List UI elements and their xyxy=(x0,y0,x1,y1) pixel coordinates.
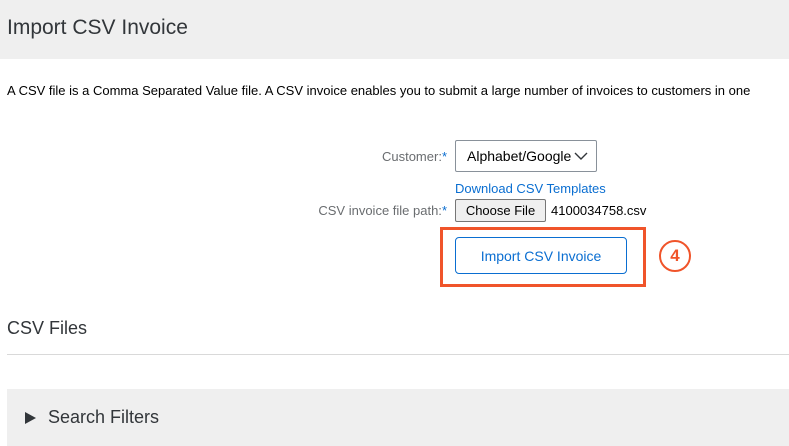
file-path-label-text: CSV invoice file path: xyxy=(318,203,442,218)
selected-file-name: 4100034758.csv xyxy=(551,203,647,218)
required-marker: * xyxy=(441,203,447,218)
page-description: A CSV file is a Comma Separated Value fi… xyxy=(7,83,751,98)
required-marker: * xyxy=(441,149,447,164)
page-title: Import CSV Invoice xyxy=(7,16,188,39)
section-divider xyxy=(7,354,789,355)
file-path-label: CSV invoice file path:* xyxy=(318,203,447,218)
download-csv-templates-link[interactable]: Download CSV Templates xyxy=(455,181,606,196)
customer-select[interactable]: Alphabet/Google xyxy=(455,140,597,172)
customer-select-value: Alphabet/Google xyxy=(467,148,572,164)
caret-right-icon xyxy=(25,411,36,424)
page-header: Import CSV Invoice xyxy=(0,0,789,59)
choose-file-button[interactable]: Choose File xyxy=(455,199,546,222)
annotation-step-badge: 4 xyxy=(659,240,691,272)
customer-label: Customer:* xyxy=(382,149,447,164)
search-filters-label: Search Filters xyxy=(48,407,160,427)
search-filters-toggle[interactable]: Search Filters xyxy=(7,389,789,446)
csv-files-section-title: CSV Files xyxy=(7,318,88,338)
chevron-down-icon xyxy=(574,152,588,160)
customer-label-text: Customer: xyxy=(381,149,442,164)
import-csv-invoice-button[interactable]: Import CSV Invoice xyxy=(455,237,627,274)
